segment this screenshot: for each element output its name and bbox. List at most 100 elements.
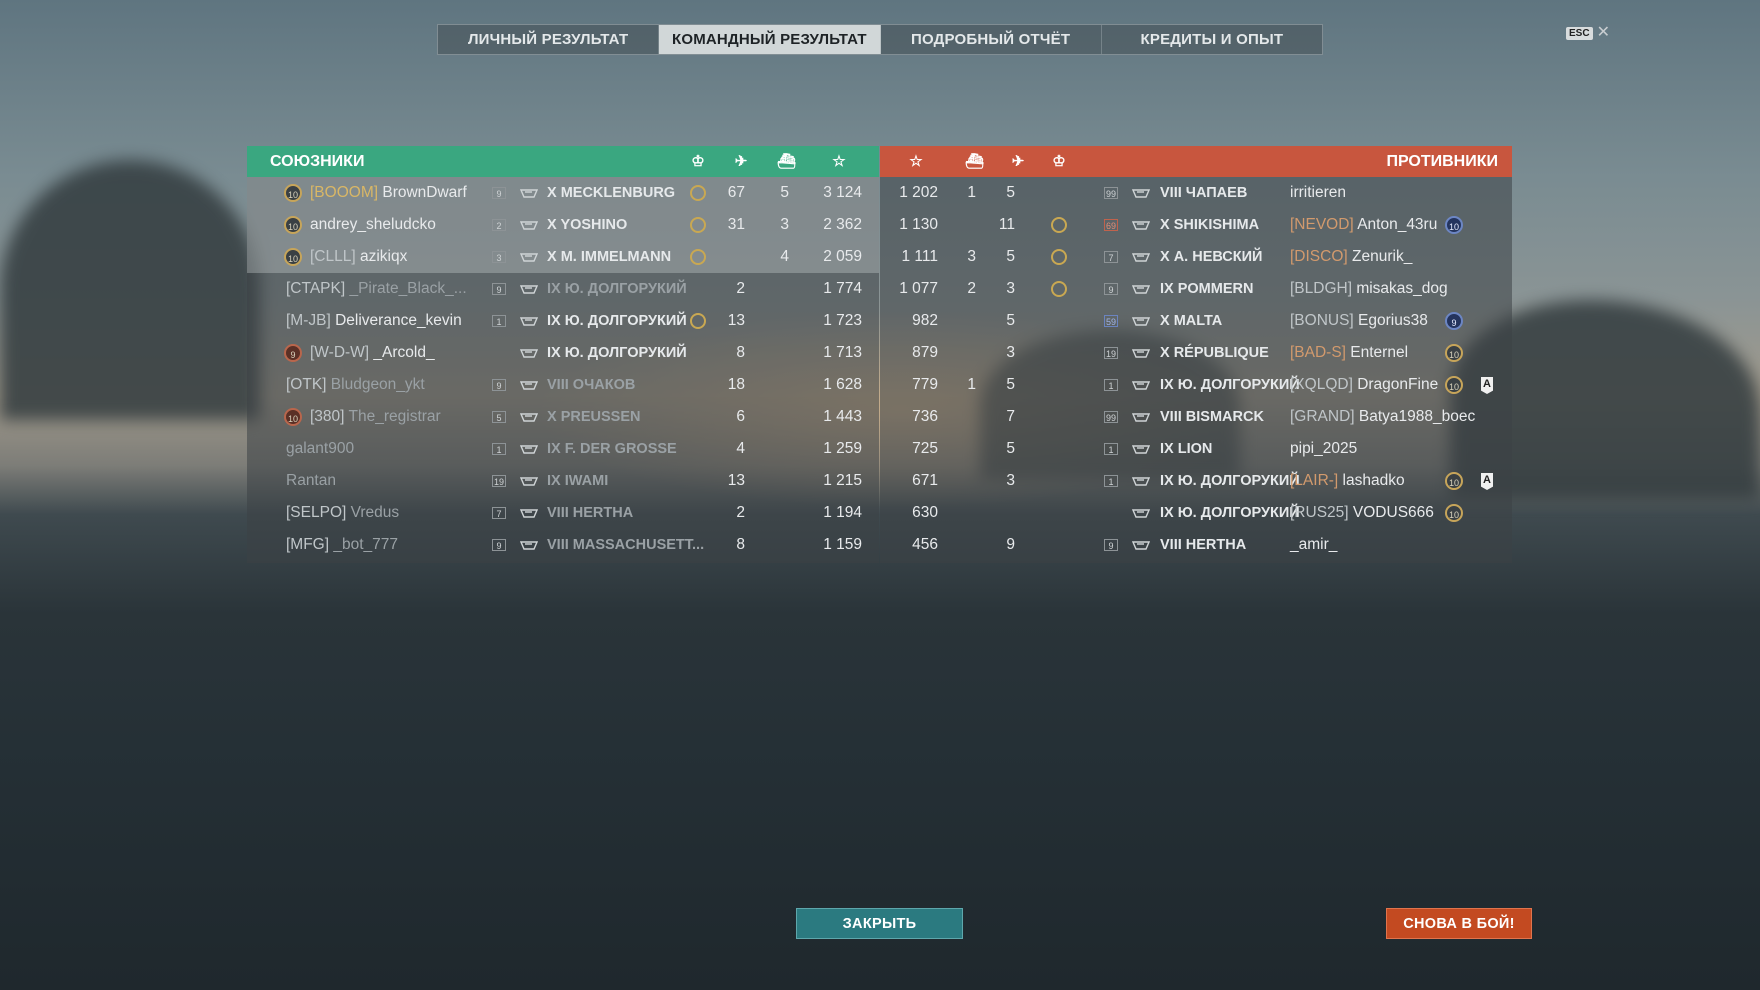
player-name[interactable]: [SELPO] Vredus [286, 497, 399, 529]
table-row[interactable]: 982 5 59 X MALTA [BONUS] Egorius38 9 [880, 305, 1512, 337]
ship-class-icon [1132, 540, 1150, 550]
player-name[interactable]: pipi_2025 [1290, 433, 1357, 465]
table-row[interactable]: 1 130 11 69 X SHIKISHIMA [NEVOD] Anton_43ru 1… [880, 209, 1512, 241]
player-rank-badge: 9 [284, 344, 302, 362]
player-name[interactable]: [M-JB] Deliverance_kevin [286, 305, 462, 337]
ship-kills-value [946, 529, 976, 561]
player-name[interactable]: [GRAND] Batya1988_boec [1290, 401, 1475, 433]
ship-class-icon [520, 444, 538, 454]
division-badge: 9 [492, 379, 506, 391]
player-name[interactable]: [LAIR-] lashadko [1290, 465, 1405, 497]
base-xp-value: 3 124 [823, 184, 862, 201]
base-xp-value: 879 [912, 344, 938, 361]
laurel-icon [1051, 217, 1067, 233]
table-row[interactable]: [MFG] _bot_777 9 VIII MASSACHUSETT... 8 1 15… [247, 529, 879, 561]
player-nickname: azikiqx [359, 248, 408, 265]
player-name[interactable]: galant900 [286, 433, 354, 465]
table-row[interactable]: Rantan 19 IX IWAMI 13 1 215 [247, 465, 879, 497]
player-nickname: andrey_sheludcko [310, 216, 436, 233]
base-xp-value: 736 [912, 408, 938, 425]
ship-class-icon [1132, 220, 1150, 230]
player-name[interactable]: [380] The_registrar [310, 401, 441, 433]
table-row[interactable]: 10 [CLLL] azikiqx 3 X M. IMMELMANN 4 2 059 [247, 241, 879, 273]
player-name[interactable]: andrey_sheludcko [310, 209, 436, 241]
table-row[interactable]: 10 [380] The_registrar 5 X PREUSSEN 6 1 443 [247, 401, 879, 433]
tab-detailed-report[interactable]: ПОДРОБНЫЙ ОТЧЁТ [881, 25, 1102, 54]
base-xp-value: 630 [912, 504, 938, 521]
plane-kills-value: 9 [1006, 536, 1015, 553]
clan-tag: [380] [310, 408, 345, 425]
tab-personal-result[interactable]: ЛИЧНЫЙ РЕЗУЛЬТАТ [438, 25, 660, 54]
tab-bar: ЛИЧНЫЙ РЕЗУЛЬТАТ КОМАНДНЫЙ РЕЗУЛЬТАТ ПОД… [437, 24, 1323, 55]
esc-key-label: ESC [1566, 26, 1593, 40]
ship-name: VIII HERTHA [1160, 537, 1247, 553]
base-xp-value: 671 [912, 472, 938, 489]
table-row[interactable]: 1 077 2 3 9 IX POMMERN [BLDGH] misakas_dog [880, 273, 1512, 305]
base-xp-value: 1 077 [899, 280, 938, 297]
tab-team-result[interactable]: КОМАНДНЫЙ РЕЗУЛЬТАТ [659, 25, 881, 54]
table-row[interactable]: [OTK] Bludgeon_ykt 9 VIII ОЧАКОВ 18 1 628 [247, 369, 879, 401]
player-name[interactable]: Rantan [286, 465, 336, 497]
player-name[interactable]: [CTAPK] _Pirate_Black_... [286, 273, 467, 305]
ship-name: IX LION [1160, 441, 1213, 457]
base-xp-value: 2 059 [823, 248, 862, 265]
table-row[interactable]: 456 9 9 VIII HERTHA _amir_ [880, 529, 1512, 561]
player-name[interactable]: [RUS25] VODUS666 [1290, 497, 1434, 529]
player-name[interactable]: [BLDGH] misakas_dog [1290, 273, 1448, 305]
plane-kills-value: 3 [1006, 280, 1015, 297]
star-icon: ☆ [832, 153, 846, 170]
player-name[interactable]: [DISCO] Zenurik_ [1290, 241, 1412, 273]
player-name[interactable]: [OTK] Bludgeon_ykt [286, 369, 425, 401]
table-row[interactable]: [M-JB] Deliverance_kevin 1 IX Ю. ДОЛГОРУКИ… [247, 305, 879, 337]
ship-kills-value [757, 337, 789, 369]
player-name[interactable]: [XQLQD] DragonFine [1290, 369, 1438, 401]
player-nickname: _Arcold_ [373, 344, 435, 361]
base-xp-value: 2 362 [823, 216, 862, 233]
table-row[interactable]: [SELPO] Vredus 7 VIII HERTHA 2 1 194 [247, 497, 879, 529]
table-row[interactable]: 9 [W-D-W] _Arcold_ IX Ю. ДОЛГОРУКИЙ 8 1 713 [247, 337, 879, 369]
ship-class-icon [520, 188, 538, 198]
player-name[interactable]: [W-D-W] _Arcold_ [310, 337, 435, 369]
table-row[interactable]: 779 1 5 1 IX Ю. ДОЛГОРУКИЙ [XQLQD] DragonFine… [880, 369, 1512, 401]
base-xp-value: 1 111 [901, 248, 939, 265]
player-name[interactable]: [BOOOM] BrownDwarf [310, 177, 467, 209]
table-row[interactable]: 10 andrey_sheludcko 2 X YOSHINO 31 3 2 362 [247, 209, 879, 241]
division-badge: 19 [1104, 347, 1118, 359]
table-row[interactable]: 10 [BOOOM] BrownDwarf 9 X MECKLENBURG 67 5 3 1… [247, 177, 879, 209]
table-row[interactable]: 1 202 1 5 99 VIII ЧАПАЕВ irritieren [880, 177, 1512, 209]
esc-close-button[interactable]: ESC ✕ [1566, 25, 1610, 41]
base-xp-value: 779 [912, 376, 938, 393]
clan-tag: [BONUS] [1290, 312, 1354, 329]
player-name[interactable]: [MFG] _bot_777 [286, 529, 398, 561]
player-name[interactable]: [NEVOD] Anton_43ru [1290, 209, 1437, 241]
close-button[interactable]: ЗАКРЫТЬ [796, 908, 963, 939]
player-nickname: misakas_dog [1356, 280, 1448, 297]
player-name[interactable]: [BAD-S] Enternel [1290, 337, 1408, 369]
ship-class-icon [520, 412, 538, 422]
base-xp-value: 456 [912, 536, 938, 553]
player-rank-badge: 10 [284, 408, 302, 426]
ship-kills-value: 3 [967, 248, 976, 265]
table-row[interactable]: galant900 1 IX F. DER GROSSE 4 1 259 [247, 433, 879, 465]
table-row[interactable]: 736 7 99 VIII BISMARCK [GRAND] Batya1988_boe… [880, 401, 1512, 433]
table-row[interactable]: 630 IX Ю. ДОЛГОРУКИЙ [RUS25] VODUS666 10 [880, 497, 1512, 529]
table-row[interactable]: 879 3 19 X RÉPUBLIQUE [BAD-S] Enternel 10 [880, 337, 1512, 369]
player-rank-badge: 10 [1445, 216, 1463, 234]
plane-kills-value: 7 [1006, 408, 1015, 425]
division-badge: 2 [492, 219, 506, 231]
ship-name: X MALTA [1160, 313, 1223, 329]
plane-kills-value: 67 [727, 184, 745, 201]
table-row[interactable]: 1 111 3 5 7 X А. НЕВСКИЙ [DISCO] Zenurik_ [880, 241, 1512, 273]
player-name[interactable]: [BONUS] Egorius38 [1290, 305, 1428, 337]
division-badge: 19 [492, 475, 506, 487]
battle-again-button[interactable]: СНОВА В БОЙ! [1386, 908, 1532, 939]
player-name[interactable]: [CLLL] azikiqx [310, 241, 407, 273]
player-name[interactable]: irritieren [1290, 177, 1346, 209]
table-row[interactable]: 671 3 1 IX Ю. ДОЛГОРУКИЙ [LAIR-] lashadko 10 A [880, 465, 1512, 497]
laurel-icon [1051, 281, 1067, 297]
player-name[interactable]: _amir_ [1290, 529, 1337, 561]
table-row[interactable]: 725 5 1 IX LION pipi_2025 [880, 433, 1512, 465]
division-badge: 69 [1104, 219, 1118, 231]
table-row[interactable]: [CTAPK] _Pirate_Black_... 9 IX Ю. ДОЛГОРУК… [247, 273, 879, 305]
tab-credits-xp[interactable]: КРЕДИТЫ И ОПЫТ [1102, 25, 1322, 54]
